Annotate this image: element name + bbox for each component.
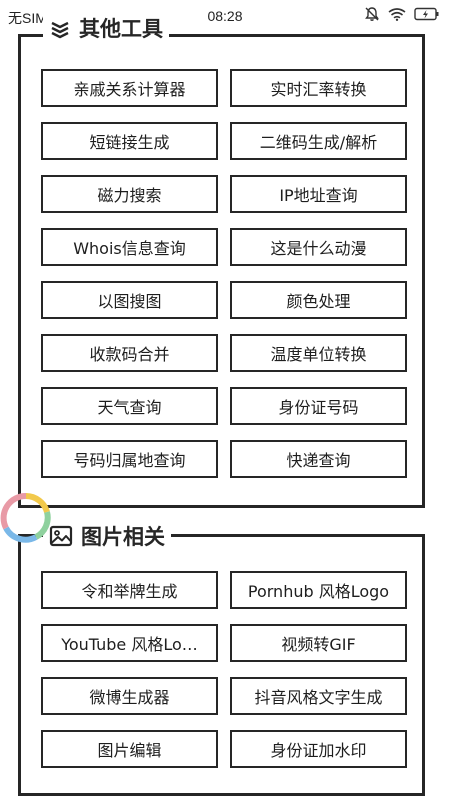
tool-button[interactable]: Pornhub 风格Logo [230,571,407,609]
tool-button[interactable]: 号码归属地查询 [41,440,218,478]
tool-button[interactable]: 亲戚关系计算器 [41,69,218,107]
status-icons [364,6,440,22]
tool-button[interactable]: 以图搜图 [41,281,218,319]
tool-button[interactable]: 天气查询 [41,387,218,425]
tool-button[interactable]: 身份证号码 [230,387,407,425]
tool-button[interactable]: YouTube 风格Lo… [41,624,218,662]
tool-button[interactable]: 身份证加水印 [230,730,407,768]
tools-section-images: 图片相关 令和举牌生成 Pornhub 风格Logo YouTube 风格Lo…… [18,521,425,796]
tool-button[interactable]: Whois信息查询 [41,228,218,266]
section-header: 其他工具 [43,13,169,43]
tool-button[interactable]: 抖音风格文字生成 [230,677,407,715]
tool-button[interactable]: 图片编辑 [41,730,218,768]
section-title: 图片相关 [81,525,165,549]
tool-button[interactable]: 温度单位转换 [230,334,407,372]
tool-button[interactable]: IP地址查询 [230,175,407,213]
tool-button[interactable]: 微博生成器 [41,677,218,715]
battery-charging-icon [414,7,439,21]
tool-button[interactable]: 视频转GIF [230,624,407,662]
wifi-icon [388,8,406,21]
mute-bell-icon [365,7,379,21]
tool-button[interactable]: 快递查询 [230,440,407,478]
tool-button[interactable]: 颜色处理 [230,281,407,319]
section-title: 其他工具 [79,17,163,41]
tool-button[interactable]: 实时汇率转换 [230,69,407,107]
tool-button[interactable]: 这是什么动漫 [230,228,407,266]
tool-button[interactable]: 短链接生成 [41,122,218,160]
tools-section-other: 其他工具 亲戚关系计算器 实时汇率转换 短链接生成 二维码生成/解析 磁力搜索 … [18,13,425,508]
tool-button[interactable]: 二维码生成/解析 [230,122,407,160]
tool-button[interactable]: 收款码合并 [41,334,218,372]
section-header: 图片相关 [43,521,171,551]
image-icon [49,525,73,547]
layers-icon [51,21,69,39]
tool-button[interactable]: 磁力搜索 [41,175,218,213]
tool-button[interactable]: 令和举牌生成 [41,571,218,609]
loading-spinner-icon [0,492,51,543]
